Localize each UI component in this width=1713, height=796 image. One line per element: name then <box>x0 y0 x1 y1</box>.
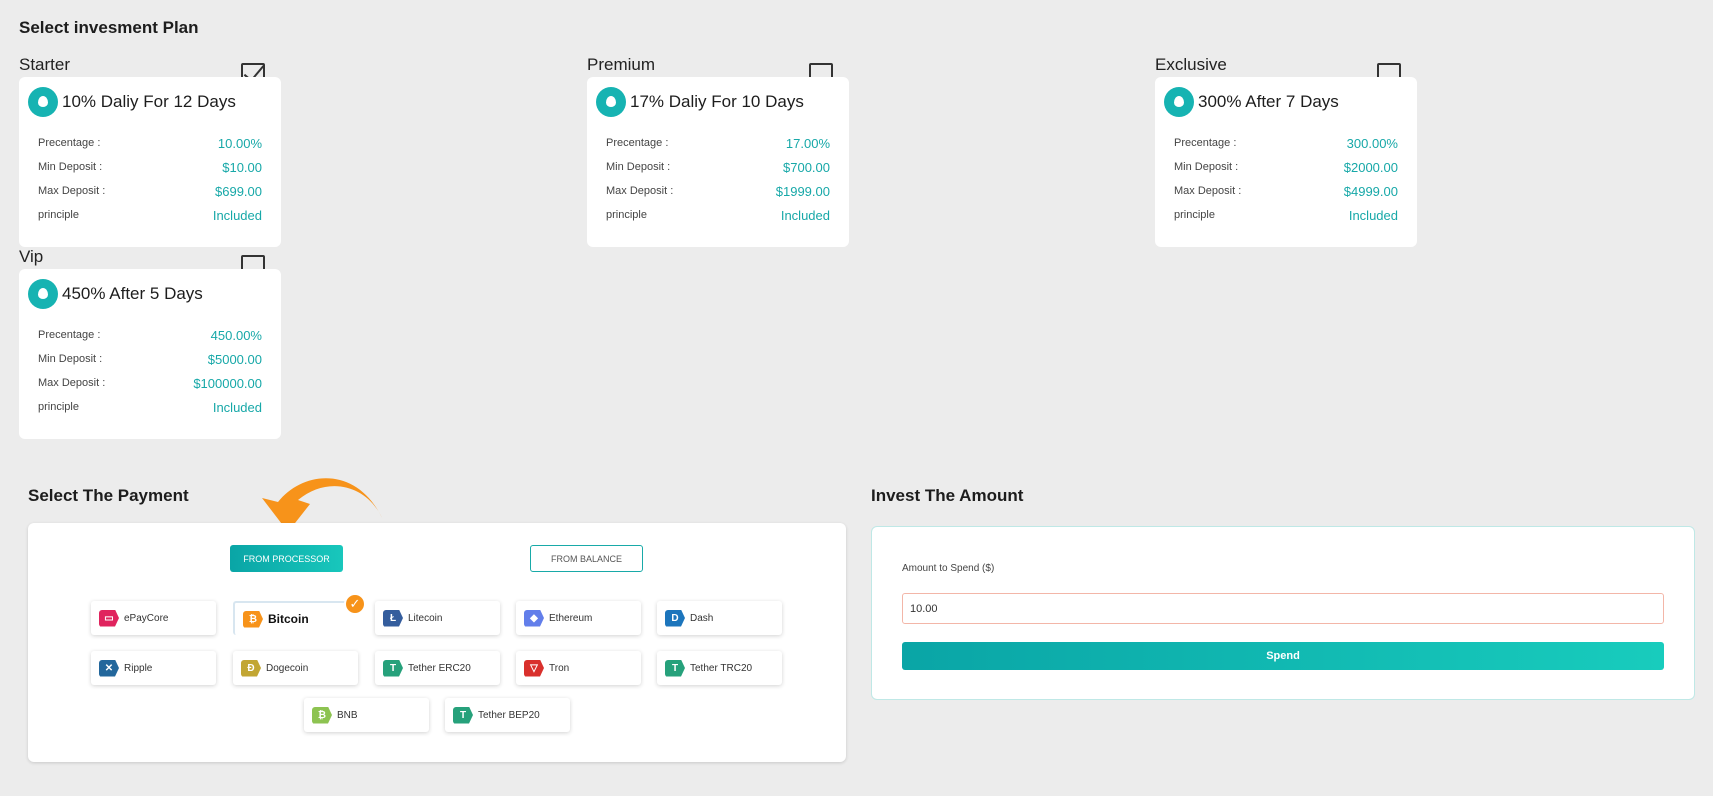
payment-method-tether-trc20[interactable]: T Tether TRC20 <box>657 651 782 685</box>
row-key: principle <box>606 209 647 221</box>
plan-label-exclusive: Exclusive <box>1155 55 1227 74</box>
row-key: principle <box>38 209 79 221</box>
row-value: 450.00% <box>210 327 262 343</box>
plan-label-vip: Vip <box>19 247 44 266</box>
payment-method-label: Dash <box>690 612 714 624</box>
payment-method-label: Ethereum <box>549 612 593 624</box>
row-key: principle <box>1174 209 1215 221</box>
plan-icon <box>1164 87 1194 117</box>
plan-label-starter: Starter <box>19 55 71 74</box>
payment-method-label: BNB <box>337 709 358 721</box>
tether-icon: T <box>665 659 685 677</box>
row-key: Precentage : <box>38 137 101 149</box>
plan-card-vip[interactable]: 450% After 5 Days Precentage : 450.00% Mi… <box>19 269 281 439</box>
row-value: $5000.00 <box>207 351 262 367</box>
plan-card-premium[interactable]: 17% Daliy For 10 Days Precentage : 17.00%… <box>587 77 849 247</box>
row-value: $700.00 <box>783 159 830 175</box>
bitcoin-icon: ₿ <box>243 610 263 628</box>
payment-method-label: Tether TRC20 <box>690 662 753 674</box>
row-value: $100000.00 <box>193 375 262 391</box>
payment-method-label: Dogecoin <box>266 662 309 674</box>
spend-button[interactable]: Spend <box>902 642 1664 670</box>
row-key: Max Deposit : <box>1174 185 1242 197</box>
amount-label: Amount to Spend ($) <box>902 563 995 574</box>
plan-card-exclusive[interactable]: 300% After 7 Days Precentage : 300.00% Mi… <box>1155 77 1417 247</box>
ethereum-icon: ◆ <box>524 609 544 627</box>
payment-method-dogecoin[interactable]: Ð Dogecoin <box>233 651 358 685</box>
tether-icon: T <box>383 659 403 677</box>
row-value: Included <box>1348 207 1398 223</box>
payment-method-label: Bitcoin <box>268 612 309 626</box>
payment-panel: FROM PROCESSOR FROM BALANCE ▭ ePayCore ₿… <box>28 523 846 762</box>
payment-method-epaycore[interactable]: ▭ ePayCore <box>91 601 216 635</box>
plan-card-title: 17% Daliy For 10 Days <box>630 92 804 111</box>
plan-section-title: Select invesment Plan <box>19 18 199 37</box>
row-value: $10.00 <box>222 159 262 175</box>
payment-method-label: ePayCore <box>124 612 169 624</box>
invest-section-title: Invest The Amount <box>871 486 1024 505</box>
row-key: Min Deposit : <box>38 353 103 365</box>
plan-label-premium: Premium <box>587 55 656 74</box>
row-key: Max Deposit : <box>38 377 106 389</box>
payment-section-title: Select The Payment <box>28 486 189 505</box>
plan-icon <box>28 87 58 117</box>
payment-method-tether-erc20[interactable]: T Tether ERC20 <box>375 651 500 685</box>
payment-method-tron[interactable]: ▽ Tron <box>516 651 641 685</box>
row-value: Included <box>212 399 262 415</box>
row-key: Min Deposit : <box>606 161 671 173</box>
bnb-icon: ₿ <box>312 706 332 724</box>
epaycore-icon: ▭ <box>99 609 119 627</box>
invest-panel: Amount to Spend ($) Spend <box>871 526 1695 700</box>
payment-method-label: Tether ERC20 <box>408 662 471 674</box>
row-value: $4999.00 <box>1343 183 1398 199</box>
litecoin-icon: Ł <box>383 609 403 627</box>
row-value: $1999.00 <box>775 183 830 199</box>
payment-method-tether-bep20[interactable]: T Tether BEP20 <box>445 698 570 732</box>
tron-icon: ▽ <box>524 659 544 677</box>
row-key: Precentage : <box>606 137 669 149</box>
payment-method-label: Litecoin <box>408 612 443 624</box>
amount-input[interactable] <box>902 593 1664 624</box>
row-value: 10.00% <box>217 135 262 151</box>
payment-method-ripple[interactable]: ✕ Ripple <box>91 651 216 685</box>
row-key: Precentage : <box>38 329 101 341</box>
dash-icon: D <box>665 609 685 627</box>
payment-method-ethereum[interactable]: ◆ Ethereum <box>516 601 641 635</box>
payment-method-bnb[interactable]: ₿ BNB <box>304 698 429 732</box>
row-value: Included <box>780 207 830 223</box>
row-value: $2000.00 <box>1343 159 1398 175</box>
dogecoin-icon: Ð <box>241 659 261 677</box>
plan-icon <box>28 279 58 309</box>
from-processor-button[interactable]: FROM PROCESSOR <box>230 545 343 572</box>
ripple-icon: ✕ <box>99 659 119 677</box>
row-key: Max Deposit : <box>606 185 674 197</box>
tether-icon: T <box>453 706 473 724</box>
payment-method-label: Ripple <box>124 662 153 674</box>
payment-method-label: Tether BEP20 <box>478 709 540 721</box>
payment-method-label: Tron <box>549 662 570 674</box>
from-balance-button[interactable]: FROM BALANCE <box>530 545 643 572</box>
plan-card-title: 450% After 5 Days <box>62 284 203 303</box>
payment-method-dash[interactable]: D Dash <box>657 601 782 635</box>
row-key: Min Deposit : <box>1174 161 1239 173</box>
plan-card-title: 10% Daliy For 12 Days <box>62 92 236 111</box>
row-key: Min Deposit : <box>38 161 103 173</box>
plan-icon <box>596 87 626 117</box>
payment-method-litecoin[interactable]: Ł Litecoin <box>375 601 500 635</box>
row-key: Precentage : <box>1174 137 1237 149</box>
row-value: Included <box>212 207 262 223</box>
row-key: Max Deposit : <box>38 185 106 197</box>
row-value: 17.00% <box>785 135 830 151</box>
selected-check-icon: ✓ <box>344 593 366 615</box>
row-value: 300.00% <box>1346 135 1398 151</box>
plan-card-title: 300% After 7 Days <box>1198 92 1339 111</box>
row-value: $699.00 <box>215 183 262 199</box>
row-key: principle <box>38 401 79 413</box>
plan-card-starter[interactable]: 10% Daliy For 12 Days Precentage : 10.00%… <box>19 77 281 247</box>
payment-method-bitcoin[interactable]: ₿ Bitcoin ✓ <box>233 593 366 635</box>
